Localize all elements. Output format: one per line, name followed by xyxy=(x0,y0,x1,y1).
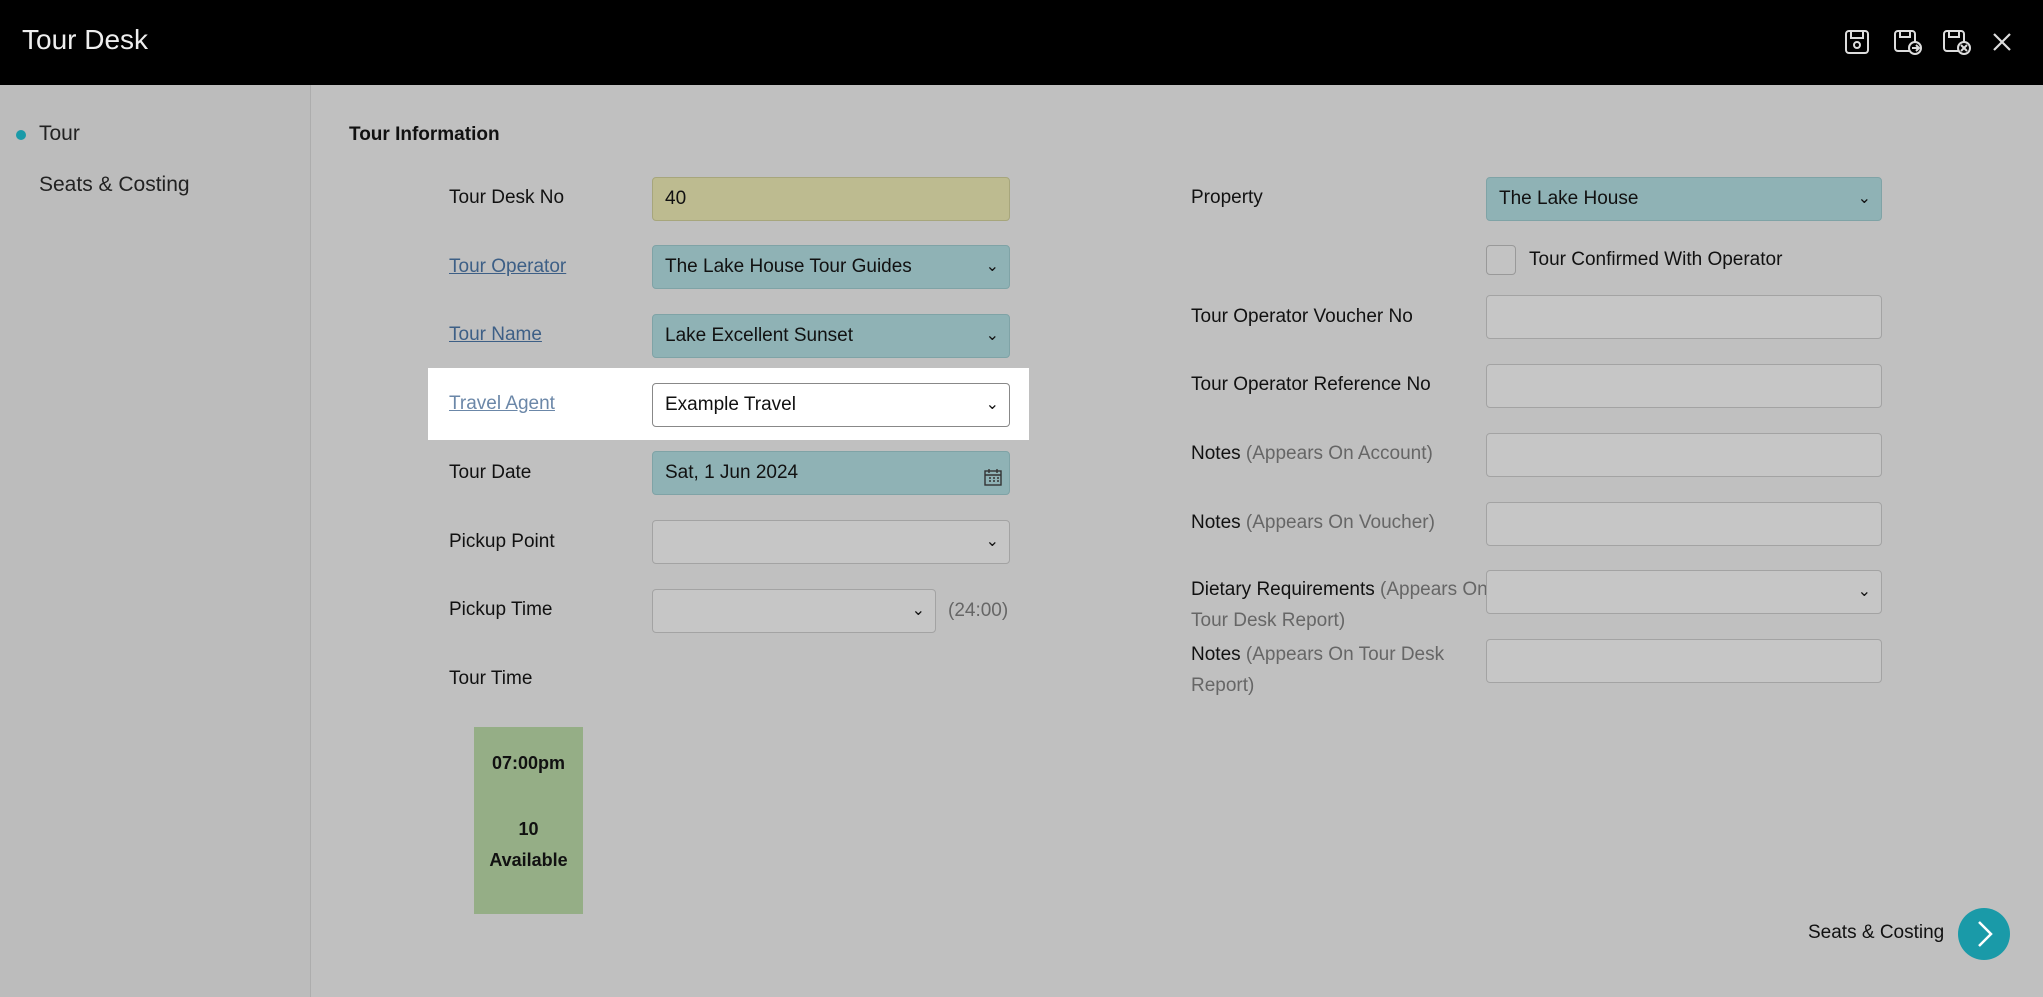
voucher-no-field[interactable] xyxy=(1486,295,1882,339)
save-icon[interactable] xyxy=(1841,26,1873,58)
property-label: Property xyxy=(1191,187,1263,208)
notes-report-label-text: Notes xyxy=(1191,644,1241,665)
chevron-down-icon: ⌄ xyxy=(985,258,999,275)
chevron-down-icon: ⌄ xyxy=(985,327,999,344)
close-icon[interactable] xyxy=(1986,26,2018,58)
tour-operator-select[interactable]: The Lake House Tour Guides ⌄ xyxy=(652,245,1010,289)
active-indicator-icon xyxy=(16,130,26,140)
tour-date-label: Tour Date xyxy=(449,462,532,483)
notes-report-field[interactable] xyxy=(1486,639,1882,683)
chevron-down-icon: ⌄ xyxy=(1857,190,1871,207)
next-step-button[interactable] xyxy=(1958,908,2010,960)
chevron-right-icon xyxy=(1972,918,1996,955)
save-and-new-icon[interactable] xyxy=(1891,26,1923,58)
tour-time-slot[interactable]: 07:00pm 10 Available xyxy=(474,727,583,914)
dietary-select[interactable]: ⌄ xyxy=(1486,570,1882,614)
title-bar: Tour Desk xyxy=(0,0,2043,85)
notes-account-label: Notes (Appears On Account) xyxy=(1191,443,1433,465)
property-value: The Lake House xyxy=(1499,188,1639,209)
chevron-down-icon: ⌄ xyxy=(1857,583,1871,600)
tour-time-label: Tour Time xyxy=(449,668,533,689)
property-select[interactable]: The Lake House ⌄ xyxy=(1486,177,1882,221)
notes-report-label: Notes (Appears On Tour Desk Report) xyxy=(1191,639,1444,701)
pickup-point-select[interactable]: ⌄ xyxy=(652,520,1010,564)
tour-date-field[interactable]: Sat, 1 Jun 2024 xyxy=(652,451,1010,495)
notes-account-hint: (Appears On Account) xyxy=(1245,443,1433,464)
tour-operator-value: The Lake House Tour Guides xyxy=(665,256,912,277)
dietary-hint-2: Tour Desk Report) xyxy=(1191,610,1346,631)
sidebar xyxy=(0,85,311,997)
dietary-hint-1: (Appears On xyxy=(1380,579,1488,600)
tour-desk-no-label: Tour Desk No xyxy=(449,187,565,208)
notes-voucher-label: Notes (Appears On Voucher) xyxy=(1191,512,1435,534)
voucher-no-label: Tour Operator Voucher No xyxy=(1191,306,1413,327)
chevron-down-icon: ⌄ xyxy=(985,533,999,550)
tour-name-value: Lake Excellent Sunset xyxy=(665,325,854,346)
calendar-icon[interactable] xyxy=(983,461,1003,494)
tour-date-value: Sat, 1 Jun 2024 xyxy=(665,462,799,483)
tour-confirmed-checkbox[interactable] xyxy=(1486,245,1516,275)
travel-agent-value: Example Travel xyxy=(665,394,796,415)
notes-account-field[interactable] xyxy=(1486,433,1882,477)
tour-desk-no-field: 40 xyxy=(652,177,1010,221)
notes-account-label-text: Notes xyxy=(1191,443,1241,464)
notes-report-hint-2: Report) xyxy=(1191,675,1255,696)
chevron-down-icon: ⌄ xyxy=(985,396,999,413)
notes-voucher-label-text: Notes xyxy=(1191,512,1241,533)
save-and-close-icon[interactable] xyxy=(1940,26,1972,58)
notes-voucher-field[interactable] xyxy=(1486,502,1882,546)
tour-confirmed-label: Tour Confirmed With Operator xyxy=(1529,249,1783,270)
travel-agent-link[interactable]: Travel Agent xyxy=(449,393,555,415)
chevron-down-icon: ⌄ xyxy=(911,602,925,619)
pickup-time-label: Pickup Time xyxy=(449,599,553,620)
slot-status: Available xyxy=(489,850,568,870)
sidebar-item-seats-costing[interactable]: Seats & Costing xyxy=(39,173,190,197)
tour-operator-link[interactable]: Tour Operator xyxy=(449,256,566,278)
pickup-time-hint: (24:00) xyxy=(948,600,1009,621)
slot-count: 10 xyxy=(518,819,539,839)
reference-no-field[interactable] xyxy=(1486,364,1882,408)
dietary-label: Dietary Requirements (Appears On Tour De… xyxy=(1191,574,1488,636)
next-step-label[interactable]: Seats & Costing xyxy=(1808,922,1944,944)
travel-agent-select[interactable]: Example Travel ⌄ xyxy=(652,383,1010,427)
slot-time: 07:00pm xyxy=(491,753,566,773)
tour-name-select[interactable]: Lake Excellent Sunset ⌄ xyxy=(652,314,1010,358)
sidebar-item-tour[interactable]: Tour xyxy=(39,122,80,146)
tour-name-link[interactable]: Tour Name xyxy=(449,324,542,346)
notes-report-hint-1: (Appears On Tour Desk xyxy=(1245,644,1445,665)
pickup-time-select[interactable]: ⌄ xyxy=(652,589,936,633)
dietary-label-text: Dietary Requirements xyxy=(1191,579,1375,600)
pickup-point-label: Pickup Point xyxy=(449,531,555,552)
section-title: Tour Information xyxy=(349,124,500,145)
reference-no-label: Tour Operator Reference No xyxy=(1191,374,1431,395)
app-title: Tour Desk xyxy=(22,24,149,55)
notes-voucher-hint: (Appears On Voucher) xyxy=(1245,512,1435,533)
